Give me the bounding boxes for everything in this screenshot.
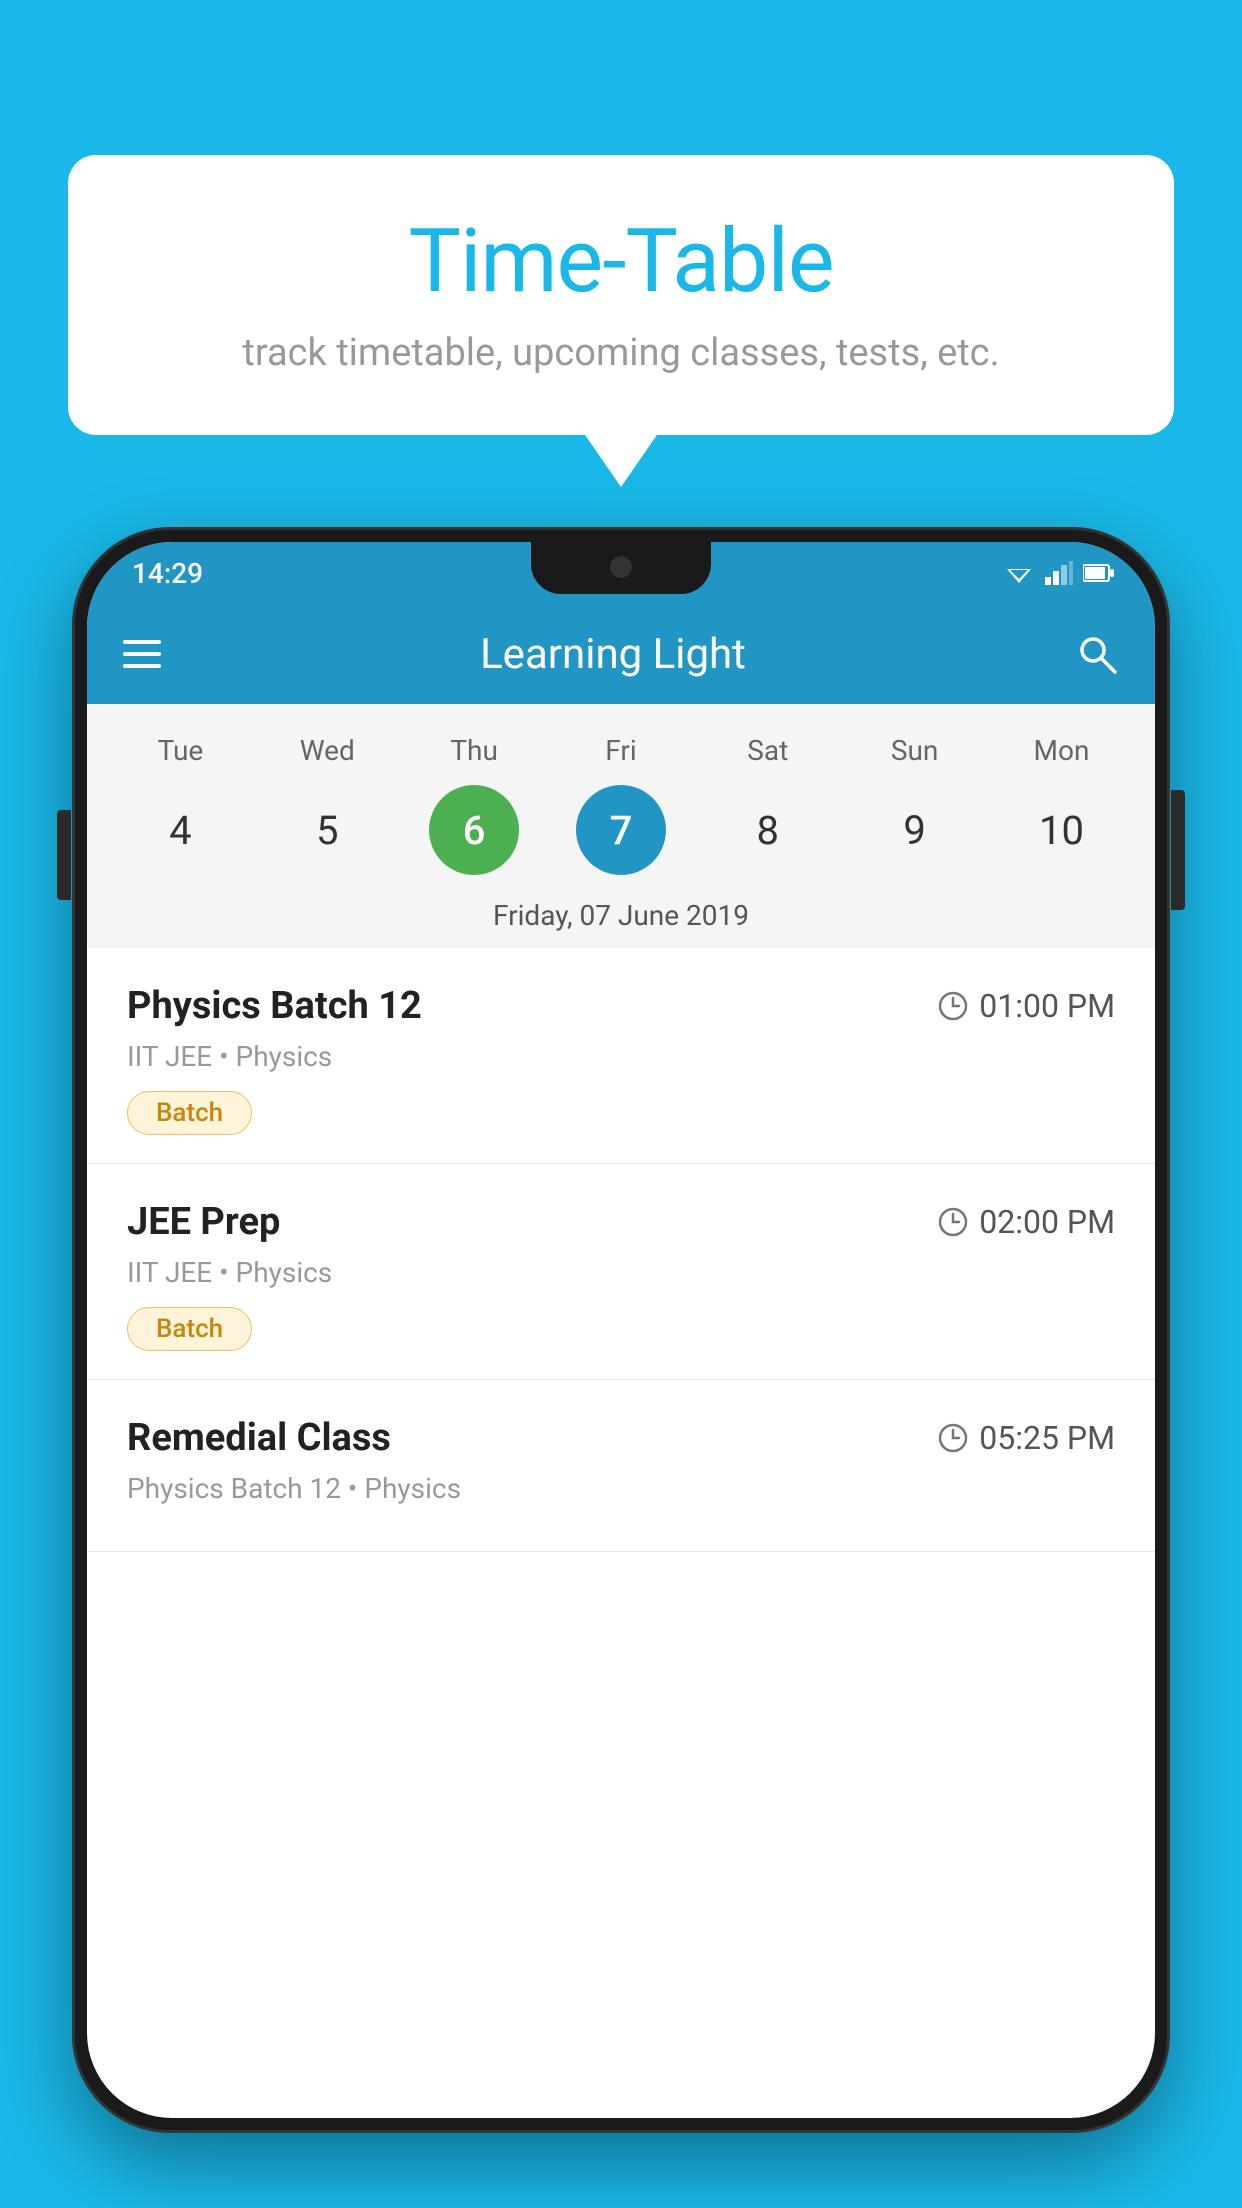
schedule-item-header-1: JEE Prep 02:00 PM bbox=[127, 1200, 1115, 1244]
signal-icon bbox=[1045, 561, 1073, 585]
toolbar-title: Learning Light bbox=[181, 630, 1045, 679]
battery-icon bbox=[1083, 563, 1115, 583]
schedule-item-2[interactable]: Remedial Class 05:25 PM Physics Batch 12… bbox=[87, 1380, 1155, 1552]
clock-icon-0 bbox=[937, 990, 969, 1022]
day-name-1: Wed bbox=[282, 734, 372, 767]
phone-outer: 14:29 bbox=[75, 530, 1167, 2130]
clock-icon-2 bbox=[937, 1422, 969, 1454]
schedule-item-title-2: Remedial Class bbox=[127, 1416, 391, 1460]
page-title: Time-Table bbox=[128, 210, 1114, 313]
date-8[interactable]: 8 bbox=[723, 785, 813, 875]
schedule-item-subtitle-0: IIT JEE • Physics bbox=[127, 1040, 1115, 1073]
wifi-icon bbox=[1003, 561, 1035, 585]
day-name-5: Sun bbox=[870, 734, 960, 767]
calendar-days-header: Tue Wed Thu Fri Sat Sun Mon bbox=[87, 724, 1155, 777]
schedule-item-title-0: Physics Batch 12 bbox=[127, 984, 422, 1028]
day-name-3: Fri bbox=[576, 734, 666, 767]
schedule-item-header-2: Remedial Class 05:25 PM bbox=[127, 1416, 1115, 1460]
clock-icon-1 bbox=[937, 1206, 969, 1238]
status-time: 14:29 bbox=[132, 557, 203, 590]
phone-frame: 14:29 bbox=[75, 530, 1167, 2208]
page-subtitle: track timetable, upcoming classes, tests… bbox=[128, 331, 1114, 375]
date-4[interactable]: 4 bbox=[135, 785, 225, 875]
speech-bubble: Time-Table track timetable, upcoming cla… bbox=[68, 155, 1174, 435]
day-name-2: Thu bbox=[429, 734, 519, 767]
day-name-6: Mon bbox=[1016, 734, 1106, 767]
batch-badge-1: Batch bbox=[127, 1307, 252, 1351]
schedule-list: Physics Batch 12 01:00 PM IIT JEE • Phys… bbox=[87, 948, 1155, 1552]
calendar-section: Tue Wed Thu Fri Sat Sun Mon 4 5 6 7 8 9 … bbox=[87, 704, 1155, 948]
schedule-item-subtitle-2: Physics Batch 12 • Physics bbox=[127, 1472, 1115, 1505]
schedule-item-title-1: JEE Prep bbox=[127, 1200, 280, 1244]
day-name-4: Sat bbox=[723, 734, 813, 767]
date-6-today[interactable]: 6 bbox=[429, 785, 519, 875]
schedule-item-time-0: 01:00 PM bbox=[937, 987, 1115, 1025]
date-9[interactable]: 9 bbox=[870, 785, 960, 875]
date-7-selected[interactable]: 7 bbox=[576, 785, 666, 875]
schedule-item-subtitle-1: IIT JEE • Physics bbox=[127, 1256, 1115, 1289]
status-icons bbox=[1003, 561, 1115, 585]
search-icon[interactable] bbox=[1075, 632, 1119, 676]
phone-screen: 14:29 bbox=[87, 542, 1155, 2118]
day-name-0: Tue bbox=[135, 734, 225, 767]
calendar-dates: 4 5 6 7 8 9 10 bbox=[87, 777, 1155, 891]
schedule-item-header-0: Physics Batch 12 01:00 PM bbox=[127, 984, 1115, 1028]
date-10[interactable]: 10 bbox=[1016, 785, 1106, 875]
menu-button[interactable] bbox=[123, 640, 161, 668]
date-5[interactable]: 5 bbox=[282, 785, 372, 875]
schedule-item-time-1: 02:00 PM bbox=[937, 1203, 1115, 1241]
batch-badge-0: Batch bbox=[127, 1091, 252, 1135]
app-toolbar: Learning Light bbox=[87, 604, 1155, 704]
phone-notch bbox=[531, 542, 711, 594]
schedule-item-time-2: 05:25 PM bbox=[937, 1419, 1115, 1457]
selected-date-label: Friday, 07 June 2019 bbox=[87, 891, 1155, 948]
schedule-item-1[interactable]: JEE Prep 02:00 PM IIT JEE • Physics Batc… bbox=[87, 1164, 1155, 1380]
phone-camera bbox=[610, 556, 632, 578]
schedule-item-0[interactable]: Physics Batch 12 01:00 PM IIT JEE • Phys… bbox=[87, 948, 1155, 1164]
